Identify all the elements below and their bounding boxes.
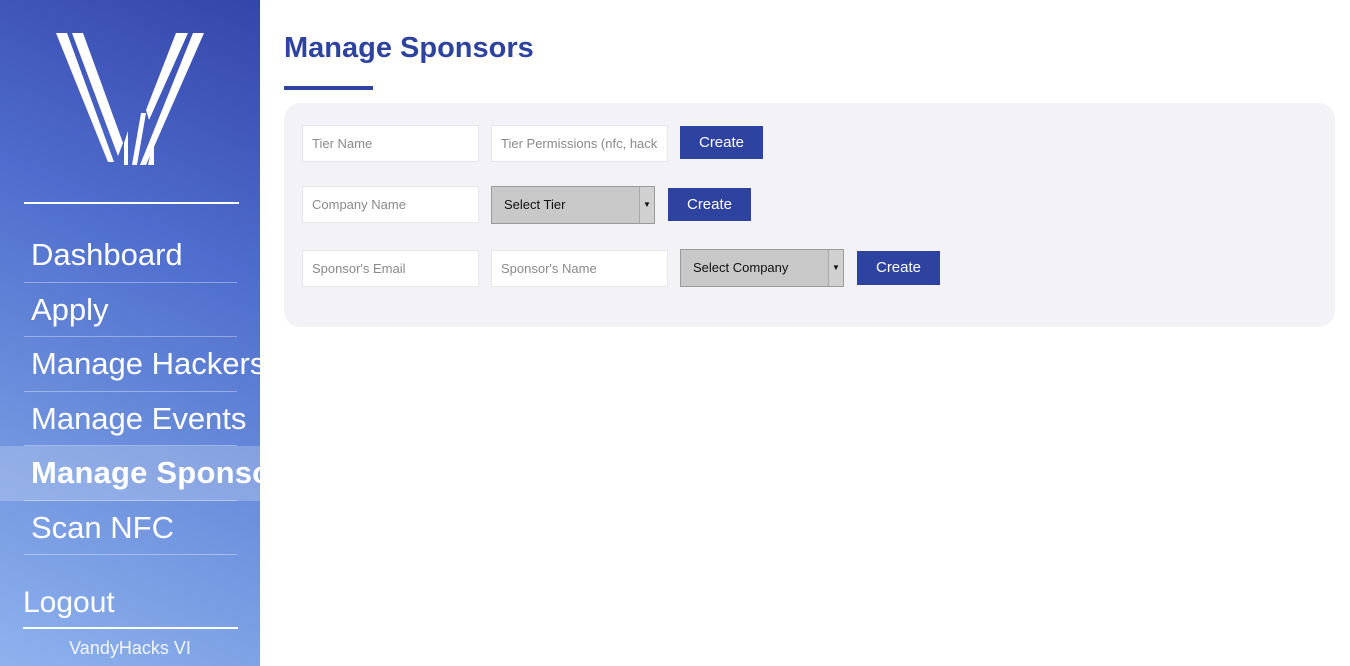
nav-item-apply[interactable]: Apply bbox=[0, 283, 260, 338]
footer-text: VandyHacks VI bbox=[69, 638, 191, 658]
caret-down-icon: ▼ bbox=[828, 250, 843, 286]
nav-item-manage-hackers[interactable]: Manage Hackers bbox=[0, 337, 260, 392]
nav-item-dashboard[interactable]: Dashboard bbox=[0, 228, 260, 283]
sidebar-nav: Dashboard Apply Manage Hackers Manage Ev… bbox=[0, 228, 260, 555]
create-company-button[interactable]: Create bbox=[668, 188, 751, 221]
logout-link[interactable]: Logout bbox=[23, 583, 238, 629]
company-name-input[interactable] bbox=[302, 186, 479, 223]
sidebar: Dashboard Apply Manage Hackers Manage Ev… bbox=[0, 0, 260, 666]
sponsor-forms-panel: Create Select Tier ▼ Create Select Compa… bbox=[284, 103, 1335, 327]
app-root: Dashboard Apply Manage Hackers Manage Ev… bbox=[0, 0, 1350, 666]
vandyhacks-logo-icon bbox=[50, 28, 210, 173]
select-tier-value: Select Tier bbox=[504, 197, 566, 212]
select-company-value: Select Company bbox=[693, 260, 789, 275]
logo-divider bbox=[24, 202, 239, 204]
page-title: Manage Sponsors bbox=[284, 32, 534, 64]
select-tier-dropdown[interactable]: Select Tier ▼ bbox=[491, 186, 655, 224]
nav-item-manage-events[interactable]: Manage Events bbox=[0, 392, 260, 447]
nav-item-manage-sponsors[interactable]: Manage Sponsors bbox=[0, 446, 260, 501]
create-tier-button[interactable]: Create bbox=[680, 126, 763, 159]
title-underline bbox=[284, 86, 373, 90]
create-sponsor-button[interactable]: Create bbox=[857, 251, 940, 285]
select-company-dropdown[interactable]: Select Company ▼ bbox=[680, 249, 844, 287]
tier-permissions-input[interactable] bbox=[491, 125, 668, 162]
sponsor-name-input[interactable] bbox=[491, 250, 668, 287]
main-content: Manage Sponsors Create Select Tier ▼ Cre… bbox=[260, 0, 1350, 666]
nav-item-scan-nfc[interactable]: Scan NFC bbox=[0, 501, 260, 556]
caret-down-icon: ▼ bbox=[639, 187, 654, 223]
tier-name-input[interactable] bbox=[302, 125, 479, 162]
sponsor-email-input[interactable] bbox=[302, 250, 479, 287]
